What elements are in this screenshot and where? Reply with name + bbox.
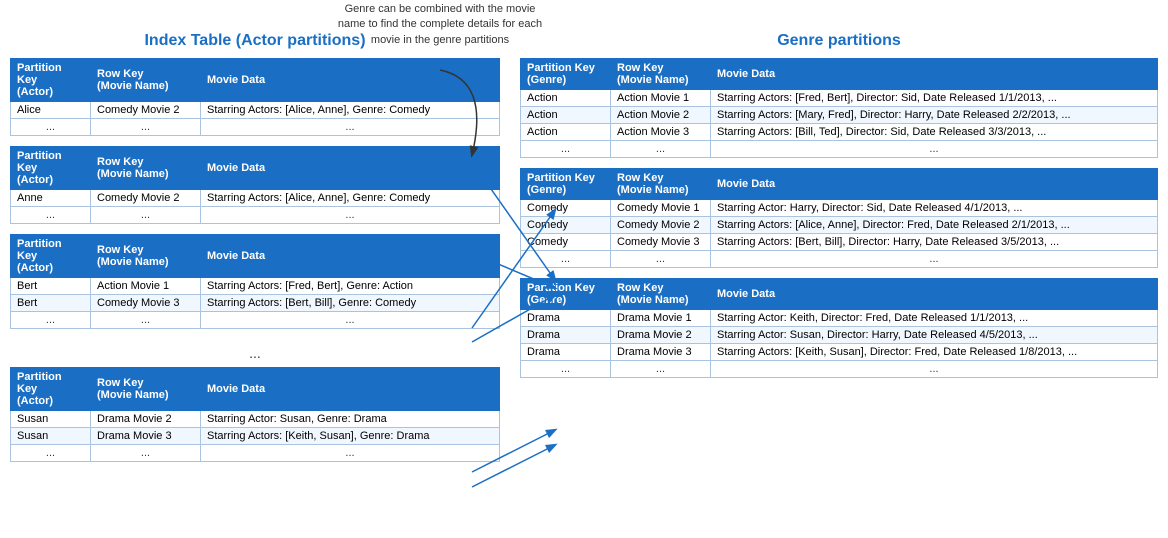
cell-movie-data: Starring Actor: Susan, Genre: Drama [201,411,500,428]
annotation-text: Genre can be combined with the movie nam… [338,3,542,46]
table-row: Drama Drama Movie 1 Starring Actor: Keit… [521,310,1158,327]
g-col-header-row-1: Row Key(Movie Name) [611,59,711,90]
g-col-header-movie-1: Movie Data [711,59,1158,90]
g-col-header-partition-2: Partition Key(Genre) [521,169,611,200]
ellipsis-separator: ... [10,339,500,367]
cell-movie-data: Starring Actors: [Bert, Bill], Director:… [711,234,1158,251]
table-row: Drama Drama Movie 2 Starring Actor: Susa… [521,327,1158,344]
cell-movie-name: Action Movie 2 [611,107,711,124]
dots-row: ......... [11,119,500,136]
cell-movie-name: Drama Movie 1 [611,310,711,327]
g-col-header-movie-2: Movie Data [711,169,1158,200]
genre-table-comedy: Partition Key(Genre) Row Key(Movie Name)… [520,168,1158,268]
table-row: Comedy Comedy Movie 2 Starring Actors: [… [521,217,1158,234]
table-row: Action Action Movie 3 Starring Actors: [… [521,124,1158,141]
table-row: Comedy Comedy Movie 3 Starring Actors: [… [521,234,1158,251]
right-section-title: Genre partitions [520,32,1158,50]
cell-movie-name: Action Movie 1 [611,90,711,107]
g-col-header-movie-3: Movie Data [711,279,1158,310]
cell-genre: Action [521,124,611,141]
cell-movie-name: Comedy Movie 2 [91,102,201,119]
cell-movie-data: Starring Actors: [Keith, Susan], Directo… [711,344,1158,361]
cell-movie-name: Comedy Movie 3 [91,295,201,312]
table-row: Comedy Comedy Movie 1 Starring Actor: Ha… [521,200,1158,217]
cell-genre: Drama [521,310,611,327]
cell-movie-data: Starring Actors: [Mary, Fred], Director:… [711,107,1158,124]
g-col-header-partition-3: Partition Key(Genre) [521,279,611,310]
cell-movie-data: Starring Actors: [Fred, Bert], Genre: Ac… [201,278,500,295]
cell-genre: Drama [521,344,611,361]
table-row: Drama Drama Movie 3 Starring Actors: [Ke… [521,344,1158,361]
table-row: Bert Comedy Movie 3 Starring Actors: [Be… [11,295,500,312]
genre-table-action: Partition Key(Genre) Row Key(Movie Name)… [520,58,1158,158]
cell-genre: Comedy [521,234,611,251]
table-row: Susan Drama Movie 2 Starring Actor: Susa… [11,411,500,428]
dots-row: ......... [521,251,1158,268]
col-header-partition-4: Partition Key(Actor) [11,368,91,411]
cell-movie-data: Starring Actor: Keith, Director: Fred, D… [711,310,1158,327]
col-header-partition-2: Partition Key(Actor) [11,147,91,190]
cell-actor: Susan [11,428,91,445]
table-row: Alice Comedy Movie 2 Starring Actors: [A… [11,102,500,119]
actor-table-alice: Partition Key(Actor) Row Key(Movie Name)… [10,58,500,136]
col-header-row-1: Row Key(Movie Name) [91,59,201,102]
cell-genre: Comedy [521,217,611,234]
col-header-row-2: Row Key(Movie Name) [91,147,201,190]
actor-table-bert: Partition Key(Actor) Row Key(Movie Name)… [10,234,500,329]
dots-row: ......... [11,207,500,224]
cell-movie-name: Action Movie 1 [91,278,201,295]
g-col-header-partition-1: Partition Key(Genre) [521,59,611,90]
actor-table-susan: Partition Key(Actor) Row Key(Movie Name)… [10,367,500,462]
cell-genre: Action [521,107,611,124]
cell-movie-name: Comedy Movie 2 [611,217,711,234]
actor-table-anne: Partition Key(Actor) Row Key(Movie Name)… [10,146,500,224]
cell-genre: Drama [521,327,611,344]
cell-movie-name: Comedy Movie 1 [611,200,711,217]
table-row: Anne Comedy Movie 2 Starring Actors: [Al… [11,190,500,207]
cell-movie-data: Starring Actors: [Fred, Bert], Director:… [711,90,1158,107]
col-header-movie-4: Movie Data [201,368,500,411]
cell-movie-name: Comedy Movie 2 [91,190,201,207]
g-col-header-row-2: Row Key(Movie Name) [611,169,711,200]
col-header-movie-3: Movie Data [201,235,500,278]
cell-movie-name: Comedy Movie 3 [611,234,711,251]
dots-row: ......... [11,312,500,329]
cell-genre: Comedy [521,200,611,217]
cell-movie-data: Starring Actor: Harry, Director: Sid, Da… [711,200,1158,217]
cell-movie-name: Action Movie 3 [611,124,711,141]
cell-movie-data: Starring Actors: [Alice, Anne], Genre: C… [201,102,500,119]
cell-movie-name: Drama Movie 3 [611,344,711,361]
cell-actor: Anne [11,190,91,207]
cell-movie-data: Starring Actors: [Bill, Ted], Director: … [711,124,1158,141]
col-header-movie-2: Movie Data [201,147,500,190]
dots-row: ......... [11,445,500,462]
col-header-partition-1: Partition Key(Actor) [11,59,91,102]
table-row: Bert Action Movie 1 Starring Actors: [Fr… [11,278,500,295]
cell-movie-name: Drama Movie 3 [91,428,201,445]
genre-table-drama: Partition Key(Genre) Row Key(Movie Name)… [520,278,1158,378]
col-header-row-3: Row Key(Movie Name) [91,235,201,278]
cell-movie-data: Starring Actors: [Alice, Anne], Director… [711,217,1158,234]
cell-actor: Susan [11,411,91,428]
cell-genre: Action [521,90,611,107]
cell-movie-data: Starring Actor: Susan, Director: Harry, … [711,327,1158,344]
col-header-partition-3: Partition Key(Actor) [11,235,91,278]
col-header-movie-1: Movie Data [201,59,500,102]
dots-row: ......... [521,141,1158,158]
cell-actor: Alice [11,102,91,119]
cell-movie-data: Starring Actors: [Bert, Bill], Genre: Co… [201,295,500,312]
g-col-header-row-3: Row Key(Movie Name) [611,279,711,310]
table-row: Susan Drama Movie 3 Starring Actors: [Ke… [11,428,500,445]
cell-movie-name: Drama Movie 2 [91,411,201,428]
cell-actor: Bert [11,278,91,295]
cell-movie-name: Drama Movie 2 [611,327,711,344]
table-row: Action Action Movie 1 Starring Actors: [… [521,90,1158,107]
cell-movie-data: Starring Actors: [Alice, Anne], Genre: C… [201,190,500,207]
table-row: Action Action Movie 2 Starring Actors: [… [521,107,1158,124]
cell-movie-data: Starring Actors: [Keith, Susan], Genre: … [201,428,500,445]
dots-row: ......... [521,361,1158,378]
col-header-row-4: Row Key(Movie Name) [91,368,201,411]
cell-actor: Bert [11,295,91,312]
